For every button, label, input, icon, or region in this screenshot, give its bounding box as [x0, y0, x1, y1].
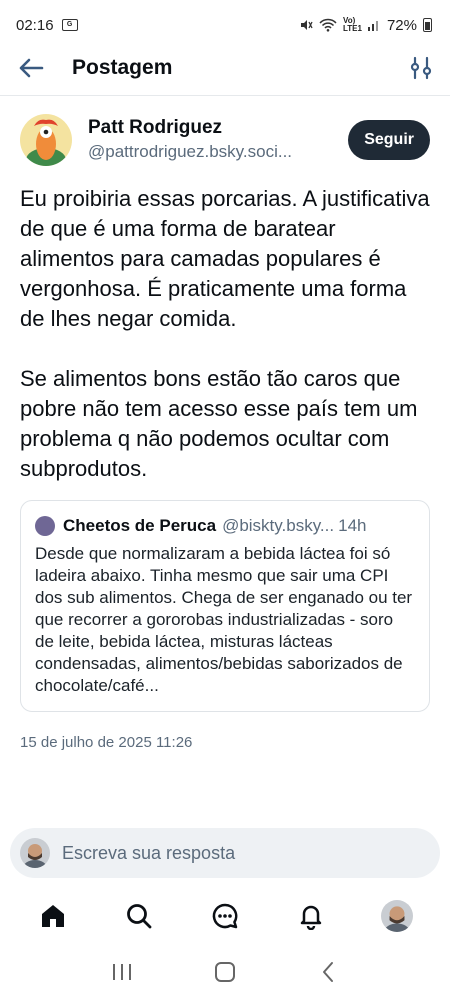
- chevron-left-icon: [323, 962, 334, 982]
- author-name[interactable]: Patt Rodriguez: [88, 116, 348, 140]
- quoted-author-avatar: [35, 516, 55, 536]
- home-icon: [42, 905, 64, 927]
- notification-badge-icon: G: [61, 19, 78, 31]
- notifications-icon: [300, 905, 322, 930]
- nav-notifications[interactable]: [287, 892, 335, 940]
- arrow-left-icon: [19, 58, 44, 77]
- quoted-post-age: 14h: [338, 516, 367, 535]
- system-back-button[interactable]: [308, 952, 348, 992]
- network-label: Vo) LTE1: [342, 16, 362, 33]
- quoted-post-header: Cheetos de Peruca @biskty.bsky... 14h: [35, 515, 415, 537]
- follow-button[interactable]: Seguir: [348, 120, 430, 160]
- back-button[interactable]: [18, 50, 54, 86]
- post-text: Eu proibiria essas porcarias. A justific…: [20, 184, 430, 484]
- quoted-author-name: Cheetos de Peruca: [63, 516, 217, 535]
- search-icon: [127, 904, 152, 929]
- profile-avatar: [381, 900, 413, 932]
- post-paragraph: Se alimentos bons estão tão caros que po…: [20, 366, 418, 481]
- status-time: 02:16: [16, 16, 54, 34]
- quoted-post[interactable]: Cheetos de Peruca @biskty.bsky... 14h De…: [20, 500, 430, 712]
- post: Patt Rodriguez @pattrodriguez.bsky.soci.…: [0, 106, 450, 751]
- recent-apps-button[interactable]: [102, 952, 142, 992]
- page-title: Postagem: [72, 55, 173, 79]
- status-left: 02:16 G: [16, 17, 78, 34]
- bottom-nav: [0, 888, 450, 944]
- chat-icon: [212, 903, 238, 929]
- author-row: Patt Rodriguez @pattrodriguez.bsky.soci.…: [20, 106, 430, 174]
- author-info: Patt Rodriguez @pattrodriguez.bsky.soci.…: [88, 116, 348, 164]
- post-timestamp: 15 de julho de 2025 11:26: [20, 734, 193, 751]
- battery-percent: 72%: [386, 16, 417, 34]
- home-square-icon: [214, 962, 235, 982]
- home-button[interactable]: [205, 952, 245, 992]
- battery-icon: [423, 18, 432, 32]
- user-avatar: [20, 838, 50, 868]
- system-nav: [0, 944, 450, 1000]
- recent-apps-icon: [112, 964, 131, 980]
- signal-icon: [367, 21, 378, 31]
- app-header: Postagem: [0, 40, 450, 96]
- post-paragraph: Eu proibiria essas porcarias. A justific…: [20, 186, 430, 331]
- nav-home[interactable]: [29, 892, 77, 940]
- nav-profile[interactable]: [373, 892, 421, 940]
- sliders-icon: [410, 56, 432, 79]
- status-right: Vo) LTE1 72%: [299, 17, 432, 34]
- thread-options-button[interactable]: [396, 50, 432, 86]
- reply-composer[interactable]: Escreva sua resposta: [10, 828, 440, 878]
- author-avatar[interactable]: [20, 114, 72, 166]
- nav-search[interactable]: [115, 892, 163, 940]
- quoted-author-handle: @biskty.bsky...: [222, 516, 335, 535]
- mute-icon: [300, 20, 313, 30]
- wifi-icon: [319, 18, 337, 32]
- reply-placeholder: Escreva sua resposta: [62, 842, 236, 863]
- nav-chat[interactable]: [201, 892, 249, 940]
- author-handle[interactable]: @pattrodriguez.bsky.soci...: [88, 140, 338, 164]
- quoted-post-text: Desde que normalizaram a bebida láctea f…: [35, 544, 413, 695]
